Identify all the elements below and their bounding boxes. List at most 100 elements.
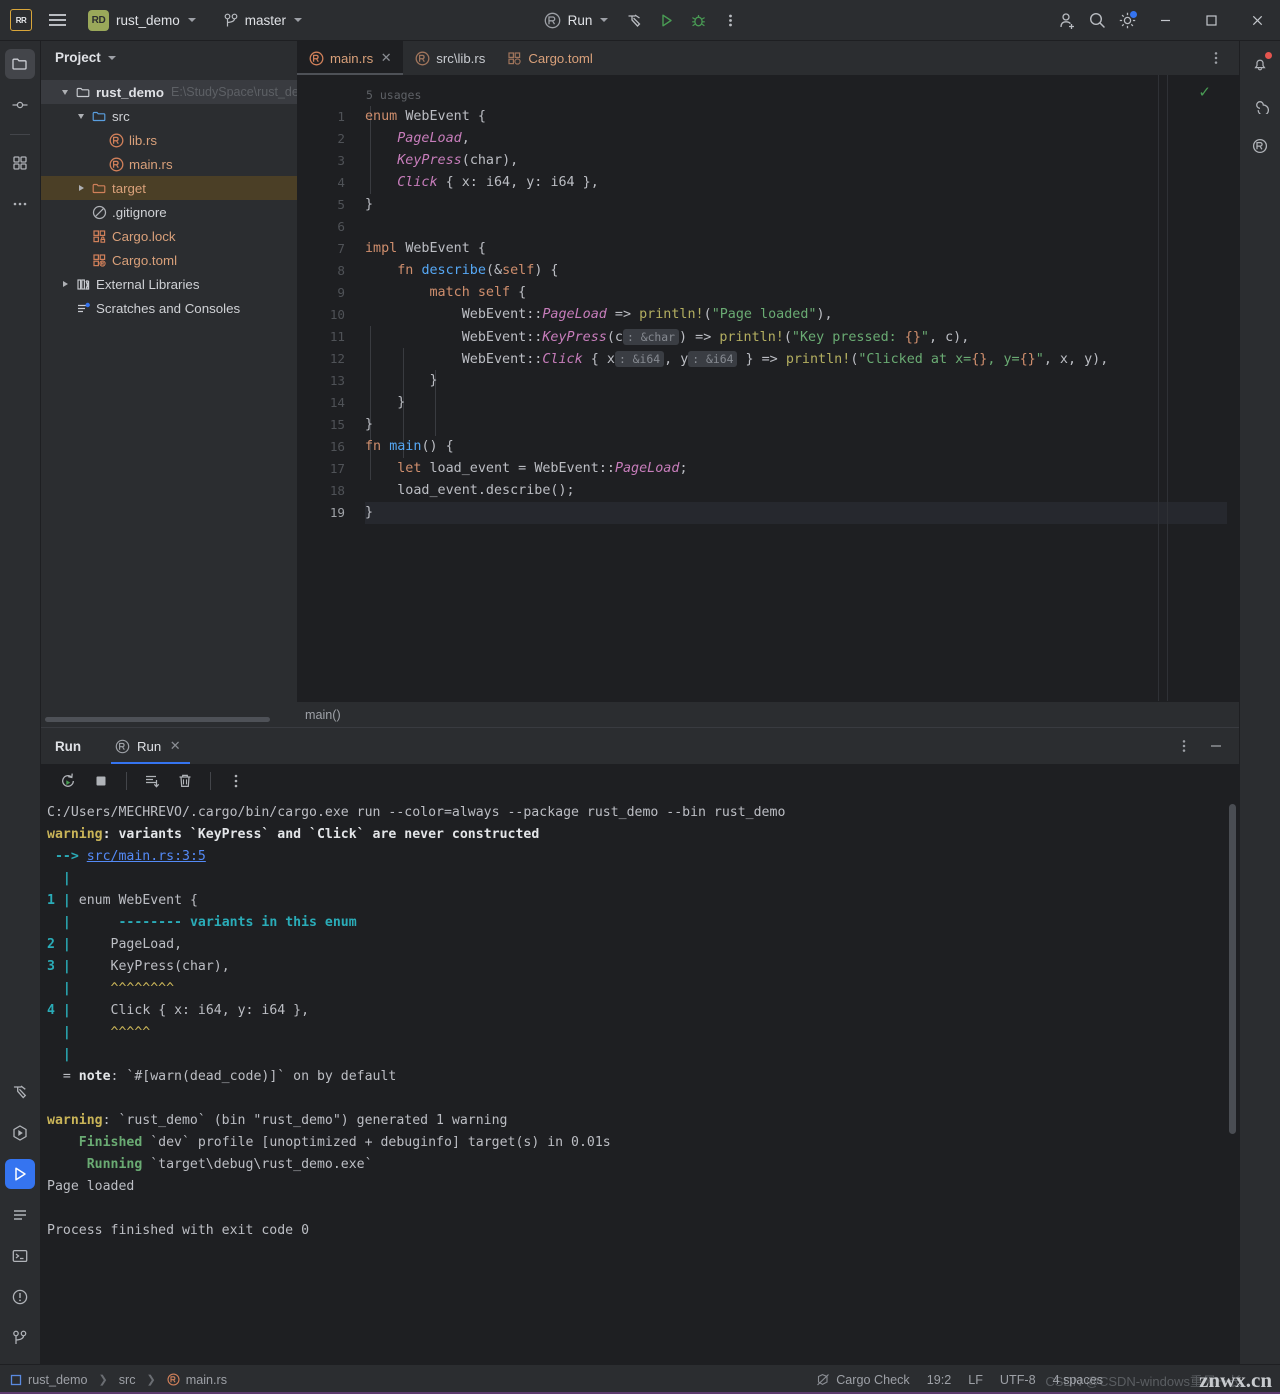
usages-hint[interactable]: 5 usages <box>366 88 421 102</box>
tree-node-scratches[interactable]: Scratches and Consoles <box>41 296 297 320</box>
run-console-output[interactable]: C:/Users/MECHREVO/.cargo/bin/cargo.exe r… <box>41 798 1239 1364</box>
line-number: 2 <box>337 131 345 146</box>
project-tree[interactable]: rust_demo E:\StudySpace\rust_demo src <box>41 74 297 717</box>
main-menu-button[interactable] <box>42 5 72 35</box>
tree-node-cargo-toml[interactable]: Cargo.toml <box>41 248 297 272</box>
editor-gutter[interactable]: 1 2 3 4 5 6 7 8 9 10 11 12 13 14 15 16 1… <box>297 75 365 701</box>
settings-button[interactable] <box>1112 5 1142 35</box>
tab-main-rs[interactable]: main.rs ✕ <box>297 41 404 75</box>
line-number: 11 <box>329 329 345 344</box>
line-number: 9 <box>337 285 345 300</box>
run-window-header: Run Run ✕ <box>41 728 1239 764</box>
close-window-button[interactable] <box>1234 0 1280 41</box>
run-window-options-button[interactable] <box>1169 731 1199 761</box>
run-button[interactable] <box>651 5 681 35</box>
inspection-ok-icon[interactable]: ✓ <box>1198 83 1211 101</box>
close-icon[interactable]: ✕ <box>168 738 182 753</box>
rerun-button[interactable] <box>53 766 83 796</box>
run-options-button[interactable] <box>221 766 251 796</box>
project-widget[interactable]: RD rust_demo <box>80 6 204 35</box>
expand-arrow[interactable] <box>57 89 73 95</box>
code-line: fn describe(&self) { <box>397 263 559 278</box>
caret-position[interactable]: 19:2 <box>927 1373 952 1387</box>
inlay-hint[interactable]: : &char <box>623 329 680 345</box>
search-icon <box>1089 12 1105 28</box>
stop-button[interactable] <box>86 766 116 796</box>
project-panel-header[interactable]: Project <box>41 41 297 74</box>
status-crumb-src[interactable]: src <box>119 1373 136 1387</box>
sidebar-item-terminal[interactable] <box>5 1241 35 1271</box>
sidebar-item-more-tools[interactable] <box>5 189 35 219</box>
rust-tool-button[interactable] <box>1245 131 1275 161</box>
right-margin-line <box>1158 75 1159 701</box>
line-number: 17 <box>329 461 345 476</box>
line-separator[interactable]: LF <box>968 1373 983 1387</box>
status-crumb-project[interactable]: rust_demo <box>28 1373 88 1387</box>
console-line: 2 | PageLoad, <box>47 937 183 952</box>
sidebar-item-run[interactable] <box>5 1159 35 1189</box>
expand-arrow[interactable] <box>73 113 89 119</box>
build-button[interactable] <box>619 5 649 35</box>
more-vertical-icon <box>1182 740 1186 752</box>
editor-breadcrumbs[interactable]: main() <box>297 701 1239 727</box>
tree-node-target[interactable]: target <box>41 176 297 200</box>
more-run-actions-button[interactable] <box>715 5 745 35</box>
indent-setting[interactable]: 4 spaces <box>1053 1373 1103 1387</box>
inspection-widget[interactable]: ✓ <box>1167 75 1227 701</box>
tree-node-external-libraries[interactable]: External Libraries <box>41 272 297 296</box>
hide-run-window-button[interactable] <box>1201 731 1231 761</box>
tree-node-rust_demo[interactable]: rust_demo E:\StudySpace\rust_demo <box>41 80 297 104</box>
search-everywhere-button[interactable] <box>1082 5 1112 35</box>
sidebar-item-build[interactable] <box>5 1077 35 1107</box>
run-session-tab[interactable]: Run ✕ <box>111 728 191 764</box>
tab-src-lib-rs[interactable]: src\lib.rs <box>403 41 495 75</box>
tree-node-cargo-lock[interactable]: Cargo.lock <box>41 224 297 248</box>
debug-button[interactable] <box>683 5 713 35</box>
run-configuration-selector[interactable]: Run <box>535 8 618 33</box>
ai-assistant-button[interactable] <box>1245 90 1275 120</box>
code-line-current: } <box>365 502 1239 524</box>
code-line: load_event.describe(); <box>365 483 575 498</box>
git-branch-widget[interactable]: master <box>216 9 310 32</box>
status-breadcrumb[interactable]: rust_demo ❯ src ❯ main.rs <box>10 1373 227 1387</box>
tree-node-lib-rs[interactable]: lib.rs <box>41 128 297 152</box>
sidebar-item-plugins[interactable] <box>5 148 35 178</box>
scroll-to-end-button[interactable] <box>137 766 167 796</box>
project-horizontal-scrollbar[interactable] <box>41 717 297 727</box>
code-line: impl WebEvent { <box>365 241 486 256</box>
inlay-hint[interactable]: : &i64 <box>614 351 665 367</box>
cargo-check-status[interactable]: Cargo Check <box>816 1373 910 1387</box>
sidebar-item-run-anything[interactable] <box>5 1118 35 1148</box>
tree-node-src[interactable]: src <box>41 104 297 128</box>
sidebar-item-problems[interactable] <box>5 1282 35 1312</box>
scroll-end-icon <box>146 775 160 788</box>
inlay-hint[interactable]: : &i64 <box>688 351 738 367</box>
file-encoding[interactable]: UTF-8 <box>1000 1373 1036 1387</box>
code-editor[interactable]: 1 2 3 4 5 6 7 8 9 10 11 12 13 14 15 16 1… <box>297 75 1239 701</box>
add-account-button[interactable] <box>1052 5 1082 35</box>
console-scrollbar[interactable] <box>1229 804 1236 1134</box>
minimize-window-button[interactable] <box>1142 0 1188 41</box>
sidebar-item-project[interactable] <box>5 49 35 79</box>
tree-node-gitignore[interactable]: .gitignore <box>41 200 297 224</box>
clear-all-button[interactable] <box>170 766 200 796</box>
editor-scrollbar[interactable] <box>1227 75 1239 701</box>
breadcrumb-item[interactable]: main() <box>305 708 341 722</box>
maximize-window-button[interactable] <box>1188 0 1234 41</box>
console-line: Page loaded <box>47 1179 135 1194</box>
tab-cargo-toml[interactable]: Cargo.toml <box>495 41 603 75</box>
code-content[interactable]: 5 usages enum WebEvent { PageLoad, KeyPr… <box>365 75 1239 701</box>
code-line: enum WebEvent { <box>365 109 486 124</box>
sidebar-item-commit[interactable] <box>5 90 35 120</box>
sidebar-item-version-control[interactable] <box>5 1323 35 1353</box>
editor-options-button[interactable] <box>1201 43 1231 73</box>
close-icon[interactable]: ✕ <box>379 50 393 65</box>
expand-arrow[interactable] <box>57 281 73 287</box>
notifications-button[interactable] <box>1245 49 1275 79</box>
tree-node-main-rs[interactable]: main.rs <box>41 152 297 176</box>
console-line: | -------- variants in this enum <box>62 915 357 930</box>
status-crumb-file[interactable]: main.rs <box>186 1373 227 1387</box>
console-link[interactable]: src/main.rs:3:5 <box>87 849 206 864</box>
expand-arrow[interactable] <box>73 185 89 191</box>
sidebar-item-todo[interactable] <box>5 1200 35 1230</box>
